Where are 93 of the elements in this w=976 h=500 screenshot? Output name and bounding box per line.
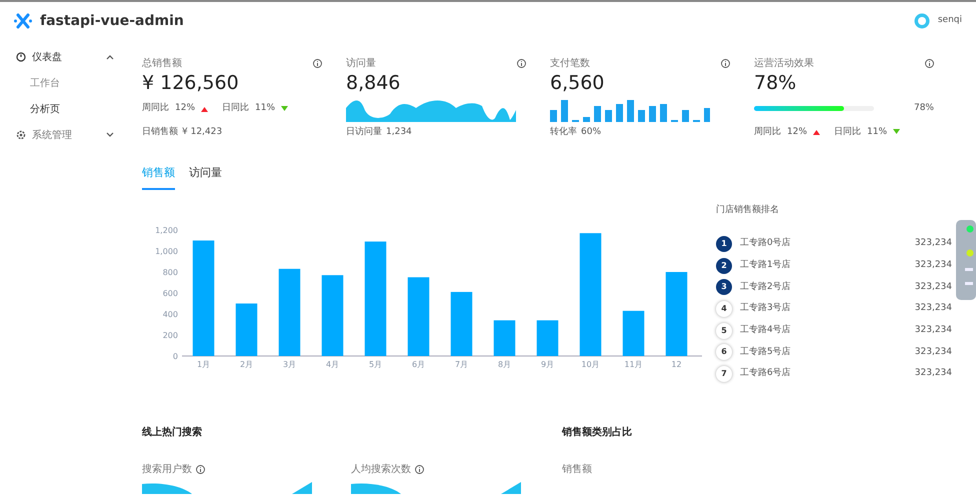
store-sales: 323,234 [914, 346, 952, 359]
info-icon [925, 59, 934, 68]
rank-badge: 3 [716, 279, 732, 296]
compare-value: 11% [867, 126, 888, 139]
axis-tick-label: 0 [172, 352, 178, 361]
axis-tick-label: 11月 [624, 360, 643, 369]
rank-badge: 5 [716, 322, 732, 339]
logo-icon [14, 13, 32, 29]
footer-label: 日销售额 [142, 126, 178, 139]
submenu-item[interactable]: 工作台 [0, 70, 66, 96]
progress-reading: 78% [914, 102, 934, 115]
axis-tick-label: 6月 [412, 360, 426, 369]
caret-icon [106, 54, 114, 60]
info-icon [196, 465, 205, 474]
store-name: 工专路3号店 [740, 302, 792, 316]
info-icon [415, 465, 424, 474]
footer-label: 日访问量 [346, 126, 382, 139]
axis-tick-label: 600 [162, 288, 178, 298]
stat-value: 78% [754, 71, 798, 96]
axis-tick-label: 9月 [540, 360, 554, 369]
axis-tick-label: 400 [162, 310, 178, 319]
caret-icon [106, 132, 114, 138]
axis-tick-label: 1月 [196, 360, 210, 369]
rank-badge: 2 [716, 258, 732, 274]
section-title: 线上热门搜索 [142, 425, 203, 440]
store-name: 工专路2号店 [740, 280, 792, 294]
app-title: fastapi-vue-admin [40, 12, 184, 30]
axis-tick-label: 12 [671, 360, 682, 369]
axis-tick-label: 1,000 [155, 246, 178, 256]
info-icon [313, 59, 322, 68]
bar [622, 310, 644, 356]
stat-title: 支付笔数 [550, 56, 590, 71]
stat-title: 运营活动效果 [754, 56, 814, 71]
store-name: 工专路0号店 [740, 237, 792, 250]
store-sales: 323,234 [914, 302, 952, 316]
compare-label: 日同比 [834, 126, 862, 139]
section-subtitle: 销售额 [562, 462, 593, 477]
axis-tick-label: 200 [162, 330, 178, 340]
compare-value: 12% [787, 126, 808, 139]
compare-value: 11% [255, 102, 276, 115]
compare-label: 日同比 [222, 102, 250, 115]
axis-tick-label: 5月 [368, 360, 382, 369]
axis-tick-label: 7月 [454, 360, 468, 369]
store-name: 工专路1号店 [740, 258, 792, 272]
metric-label: 搜索用户数 [142, 462, 192, 477]
axis-tick-label: 4月 [326, 360, 340, 369]
stat-title: 总销售额 [142, 56, 182, 71]
user-name[interactable]: senqi [938, 14, 962, 28]
stat-value: 6,560 [550, 71, 606, 96]
stat-value: ¥ 126,560 [142, 71, 240, 96]
rank-badge: 6 [716, 344, 732, 360]
section-title: 销售额类别占比 [562, 425, 632, 440]
bar [450, 292, 472, 356]
axis-tick-label: 800 [162, 268, 178, 277]
info-icon [517, 59, 526, 68]
tab[interactable]: 访问量 [189, 165, 222, 190]
footer-label: 转化率 [550, 126, 577, 139]
compare-label: 周同比 [142, 102, 169, 115]
rank-badge: 4 [716, 301, 732, 318]
store-name: 工专路4号店 [740, 324, 792, 338]
store-sales: 323,234 [914, 324, 952, 338]
store-sales: 323,234 [914, 237, 952, 250]
sidebar-item[interactable]: 系统管理 [0, 122, 130, 148]
store-sales: 323,234 [914, 367, 952, 380]
store-sales: 323,234 [914, 280, 952, 294]
gauge-icon [16, 52, 26, 62]
compare-value: 12% [175, 102, 196, 115]
axis-tick-label: 8月 [498, 360, 512, 369]
bar [494, 320, 516, 356]
axis-tick-label: 1,200 [155, 226, 178, 235]
axis-tick-label: 2月 [240, 360, 254, 369]
rank-badge: 1 [716, 236, 732, 252]
bar [536, 320, 558, 356]
stat-title: 访问量 [346, 56, 376, 71]
stat-value: 8,846 [346, 71, 402, 96]
bar [236, 303, 258, 356]
store-name: 工专路5号店 [740, 346, 792, 359]
axis-tick-label: 10月 [581, 360, 600, 369]
footer-value: 1,234 [386, 126, 412, 139]
avatar-icon [914, 13, 930, 29]
gear-icon [16, 130, 26, 140]
axis-tick-label: 3月 [282, 360, 296, 369]
store-name: 工专路6号店 [740, 367, 792, 380]
info-icon [721, 59, 730, 68]
submenu-item[interactable]: 分析页 [0, 96, 66, 122]
ranking-title: 门店销售额排名 [716, 204, 780, 217]
footer-value: 60% [581, 126, 602, 139]
metric-label: 人均搜索次数 [351, 462, 411, 477]
footer-value: ¥ 12,423 [182, 126, 222, 139]
sidebar-item[interactable]: 仪表盘 [0, 44, 130, 70]
rank-badge: 7 [716, 366, 732, 382]
store-sales: 323,234 [914, 258, 952, 272]
compare-label: 周同比 [754, 126, 781, 139]
